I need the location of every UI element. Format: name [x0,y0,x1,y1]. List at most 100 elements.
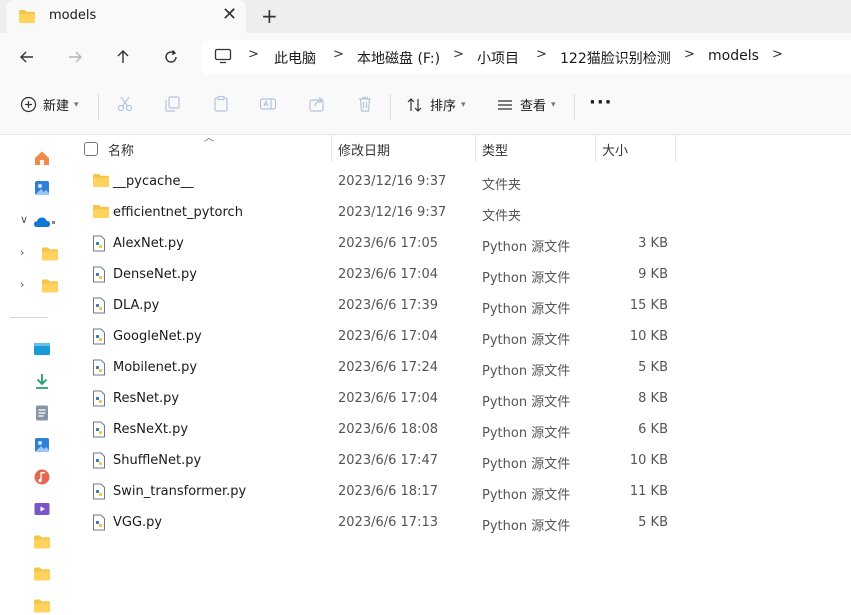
file-row[interactable]: Mobilenet.py 2023/6/6 17:24 Python 源文件 5… [78,352,678,383]
documents-icon[interactable] [33,404,51,422]
list-view-icon [498,99,512,110]
file-name: GoogleNet.py [113,329,202,344]
close-tab-button[interactable]: ✕ [222,5,237,25]
column-divider[interactable] [595,135,596,162]
breadcrumb-item[interactable]: 小项目 [477,48,519,68]
file-row[interactable]: DLA.py 2023/6/6 17:39 Python 源文件 15 KB [78,290,678,321]
file-type: 文件夹 [482,209,522,224]
column-divider[interactable] [475,135,476,162]
file-date: 2023/6/6 18:17 [338,484,438,499]
refresh-button[interactable] [159,45,183,69]
column-divider[interactable] [675,135,676,162]
file-row[interactable]: ResNet.py 2023/6/6 17:04 Python 源文件 8 KB [78,383,678,414]
divider [574,94,575,120]
file-name: ResNeXt.py [113,422,189,437]
view-button[interactable]: 查看 ▾ [496,95,556,114]
cut-button[interactable] [116,95,134,113]
new-tab-button[interactable]: + [261,4,278,28]
copy-icon [165,96,180,112]
truncated-label [52,221,55,224]
address-bar[interactable]: > 此电脑 > 本地磁盘 (F:) > 小项目 > 122猫脸识别检测 > mo… [202,40,851,74]
share-button[interactable] [308,95,326,113]
column-date[interactable]: 修改日期 [338,140,390,159]
select-all-checkbox[interactable] [84,142,98,156]
file-size: 8 KB [638,391,668,406]
new-button[interactable]: 新建 ▾ [20,95,79,114]
file-name: Swin_transformer.py [113,484,247,499]
folder-icon[interactable] [33,597,51,615]
file-row[interactable]: ShuffleNet.py 2023/6/6 17:47 Python 源文件 … [78,445,678,476]
chevron-down-icon[interactable]: ∨ [20,213,28,226]
breadcrumb-item[interactable]: 本地磁盘 (F:) [357,48,440,68]
file-row[interactable]: DenseNet.py 2023/6/6 17:04 Python 源文件 9 … [78,259,678,290]
refresh-icon [165,50,177,63]
python-file-icon [92,452,106,473]
file-date: 2023/6/6 17:04 [338,267,438,282]
file-date: 2023/12/16 9:37 [338,174,447,189]
copy-button[interactable] [163,95,181,113]
column-size[interactable]: 大小 [602,140,628,159]
back-button[interactable] [15,45,39,69]
breadcrumb-item[interactable]: 此电脑 [274,48,316,68]
chevron-right-icon: > [453,47,464,62]
file-row[interactable]: GoogleNet.py 2023/6/6 17:04 Python 源文件 1… [78,321,678,352]
sort-button[interactable]: 排序 ▾ [406,95,466,114]
python-file-icon [92,359,106,380]
rename-button[interactable] [259,95,277,113]
chevron-right-icon[interactable]: › [20,246,24,259]
folder-icon[interactable] [41,277,59,295]
home-icon[interactable] [33,149,51,167]
file-row[interactable]: ResNeXt.py 2023/6/6 18:08 Python 源文件 6 K… [78,414,678,445]
breadcrumb-item[interactable]: models [708,48,759,64]
chevron-down-icon: ▾ [74,99,79,110]
scissors-icon [117,96,133,112]
folder-icon [92,204,110,223]
videos-icon[interactable] [33,500,51,518]
python-file-icon [92,514,106,535]
file-type: Python 源文件 [482,488,571,503]
file-size: 15 KB [629,298,668,313]
music-icon[interactable] [33,468,51,486]
file-row[interactable]: AlexNet.py 2023/6/6 17:05 Python 源文件 3 K… [78,228,678,259]
folder-icon[interactable] [41,245,59,263]
file-name: ShuffleNet.py [113,453,202,468]
file-name: efficientnet_pytorch [113,205,243,220]
downloads-icon[interactable] [33,372,51,390]
column-divider[interactable] [331,135,332,162]
file-size: 9 KB [638,267,668,282]
python-file-icon [92,235,106,256]
file-type: Python 源文件 [482,271,571,286]
gallery-icon[interactable] [33,179,51,197]
file-row[interactable]: __pycache__ 2023/12/16 9:37 文件夹 [78,166,678,197]
forward-button[interactable] [63,45,87,69]
up-button[interactable] [111,45,135,69]
file-row[interactable]: VGG.py 2023/6/6 17:13 Python 源文件 5 KB [78,507,678,538]
folder-icon[interactable] [33,533,51,551]
file-date: 2023/12/16 9:37 [338,205,447,220]
desktop-icon[interactable] [33,340,51,358]
file-type: Python 源文件 [482,240,571,255]
onedrive-icon[interactable] [33,213,51,231]
tab-models[interactable]: models ✕ [6,0,246,33]
delete-button[interactable] [356,95,374,113]
chevron-down-icon: ▾ [461,99,466,110]
rename-icon [259,98,277,110]
paste-button[interactable] [212,95,230,113]
file-date: 2023/6/6 17:24 [338,360,438,375]
pictures-icon[interactable] [33,436,51,454]
file-name: AlexNet.py [113,236,184,251]
chevron-right-icon[interactable]: › [20,278,24,291]
column-name[interactable]: 名称 [108,140,134,159]
file-row[interactable]: Swin_transformer.py 2023/6/6 18:17 Pytho… [78,476,678,507]
file-row[interactable]: efficientnet_pytorch 2023/12/16 9:37 文件夹 [78,197,678,228]
navigation-pane: ∨ › › [0,135,58,614]
folder-icon[interactable] [33,565,51,583]
chevron-right-icon[interactable]: > [772,47,783,62]
view-button-label: 查看 [520,99,547,114]
column-type[interactable]: 类型 [482,140,508,159]
file-date: 2023/6/6 17:04 [338,391,438,406]
more-options-button[interactable]: ··· [589,92,613,113]
breadcrumb-item[interactable]: 122猫脸识别检测 [560,48,671,68]
address-row: > 此电脑 > 本地磁盘 (F:) > 小项目 > 122猫脸识别检测 > mo… [0,33,851,80]
python-file-icon [92,390,106,411]
